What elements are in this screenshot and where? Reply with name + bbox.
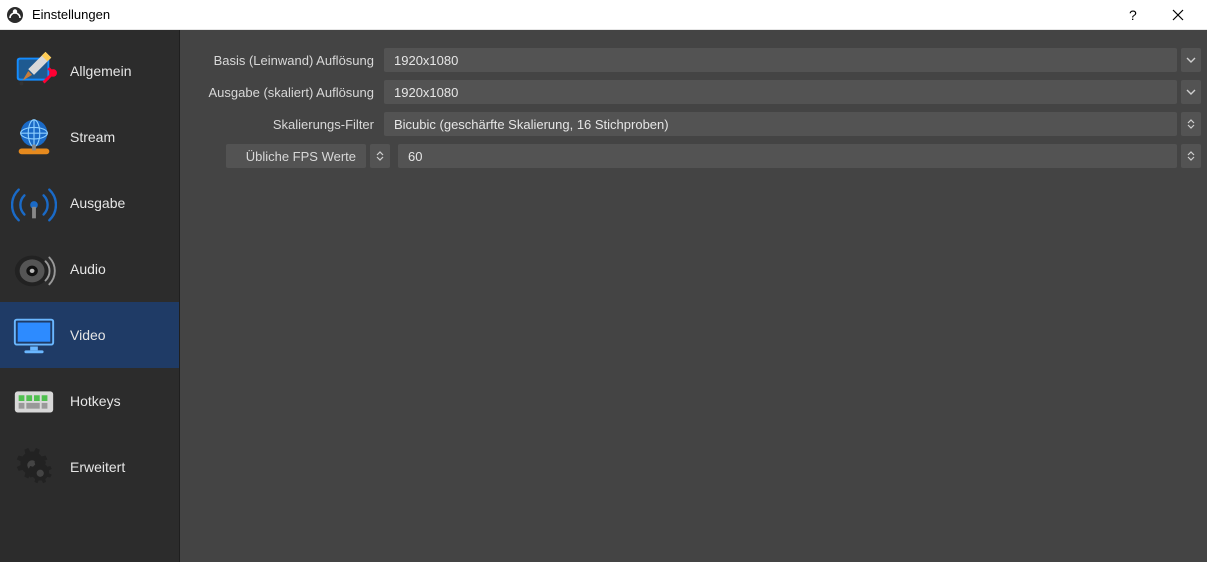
downscale-filter-value: Bicubic (geschärfte Skalierung, 16 Stich… — [394, 117, 669, 132]
fps-type-select[interactable]: Übliche FPS Werte — [226, 144, 366, 168]
base-resolution-combobox[interactable]: 1920x1080 — [384, 48, 1177, 72]
sidebar-item-erweitert[interactable]: Erweitert — [0, 434, 179, 500]
output-resolution-label: Ausgabe (skaliert) Auflösung — [186, 85, 384, 100]
close-button[interactable] — [1155, 0, 1201, 30]
base-resolution-label: Basis (Leinwand) Auflösung — [186, 53, 384, 68]
chevron-down-icon — [1187, 124, 1195, 129]
sidebar-item-label: Audio — [70, 261, 106, 277]
downscale-filter-select[interactable]: Bicubic (geschärfte Skalierung, 16 Stich… — [384, 112, 1177, 136]
output-resolution-dropdown[interactable] — [1181, 80, 1201, 104]
gear-icon — [10, 443, 58, 491]
app-icon — [6, 6, 24, 24]
sidebar-item-label: Erweitert — [70, 459, 125, 475]
titlebar: Einstellungen ? — [0, 0, 1207, 30]
fps-value: 60 — [408, 149, 422, 164]
sidebar-item-label: Stream — [70, 129, 115, 145]
base-resolution-dropdown[interactable] — [1181, 48, 1201, 72]
sidebar-item-label: Video — [70, 327, 106, 343]
sidebar-item-label: Allgemein — [70, 63, 131, 79]
downscale-filter-stepper[interactable] — [1181, 112, 1201, 136]
monitor-icon — [10, 311, 58, 359]
sidebar-item-ausgabe[interactable]: Ausgabe — [0, 170, 179, 236]
row-fps: Übliche FPS Werte 60 — [186, 144, 1201, 168]
row-output-resolution: Ausgabe (skaliert) Auflösung 1920x1080 — [186, 80, 1201, 104]
keyboard-icon — [10, 377, 58, 425]
base-resolution-value: 1920x1080 — [394, 53, 458, 68]
tools-icon — [10, 47, 58, 95]
sidebar-item-allgemein[interactable]: Allgemein — [0, 38, 179, 104]
fps-value-stepper[interactable] — [1181, 144, 1201, 168]
globe-icon — [10, 113, 58, 161]
signal-icon — [10, 179, 58, 227]
fps-value-select[interactable]: 60 — [398, 144, 1177, 168]
app-body: Allgemein Stream — [0, 30, 1207, 562]
sidebar-item-video[interactable]: Video — [0, 302, 179, 368]
fps-type-stepper[interactable] — [370, 144, 390, 168]
chevron-down-icon — [1186, 57, 1196, 63]
sidebar-item-label: Hotkeys — [70, 393, 121, 409]
sidebar-item-label: Ausgabe — [70, 195, 125, 211]
row-downscale-filter: Skalierungs-Filter Bicubic (geschärfte S… — [186, 112, 1201, 136]
settings-panel-video: Basis (Leinwand) Auflösung 1920x1080 Aus… — [180, 30, 1207, 562]
sidebar-item-hotkeys[interactable]: Hotkeys — [0, 368, 179, 434]
speaker-icon — [10, 245, 58, 293]
sidebar: Allgemein Stream — [0, 30, 180, 562]
sidebar-item-stream[interactable]: Stream — [0, 104, 179, 170]
chevron-down-icon — [376, 156, 384, 161]
chevron-down-icon — [1187, 156, 1195, 161]
help-button[interactable]: ? — [1109, 0, 1155, 30]
chevron-down-icon — [1186, 89, 1196, 95]
window-title: Einstellungen — [32, 7, 110, 22]
sidebar-item-audio[interactable]: Audio — [0, 236, 179, 302]
output-resolution-value: 1920x1080 — [394, 85, 458, 100]
output-resolution-combobox[interactable]: 1920x1080 — [384, 80, 1177, 104]
downscale-filter-label: Skalierungs-Filter — [186, 117, 384, 132]
svg-text:?: ? — [1129, 8, 1137, 22]
row-base-resolution: Basis (Leinwand) Auflösung 1920x1080 — [186, 48, 1201, 72]
fps-type-label: Übliche FPS Werte — [246, 149, 356, 164]
